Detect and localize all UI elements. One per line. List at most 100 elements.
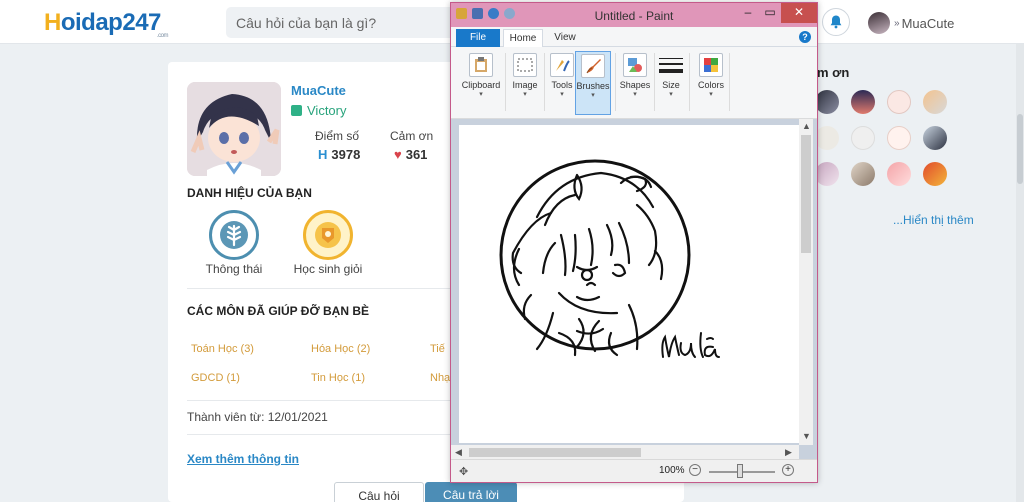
- size-group[interactable]: Size ▾: [655, 51, 687, 115]
- user-menu[interactable]: » MuaCute: [868, 12, 954, 34]
- medal-icon[interactable]: [303, 210, 353, 260]
- thanks-value: ♥ 361: [394, 147, 428, 162]
- clipboard-group[interactable]: Clipboard ▾: [459, 51, 503, 115]
- scroll-up-icon[interactable]: ▲: [802, 121, 811, 131]
- wheat-icon[interactable]: [209, 210, 259, 260]
- divider: [187, 400, 467, 401]
- select-icon: [513, 53, 537, 77]
- paint-window: Untitled - Paint – ▭ ✕ File Home View ? …: [450, 2, 818, 483]
- shapes-group[interactable]: Shapes ▾: [618, 51, 652, 115]
- shapes-icon: [623, 53, 647, 77]
- subject-link[interactable]: Tin Học (1): [311, 372, 365, 384]
- image-group[interactable]: Image ▾: [507, 51, 543, 115]
- thanks-panel-title: m ơn: [817, 65, 850, 80]
- score-label: Điểm số: [315, 129, 360, 143]
- profile-username[interactable]: MuaCute: [291, 83, 346, 98]
- paint-titlebar[interactable]: Untitled - Paint – ▭ ✕: [451, 3, 817, 27]
- member-since: Thành viên từ: 12/01/2021: [187, 410, 328, 424]
- group-label: Brushes: [576, 81, 610, 91]
- brushes-group[interactable]: Brushes ▾: [575, 51, 611, 115]
- divider: [187, 434, 467, 435]
- chevron-down-icon: »: [894, 17, 900, 29]
- score-value: H 3978: [318, 147, 361, 162]
- group-label: Image: [512, 80, 538, 90]
- canvas-area: ▲ ▼ ◀ ▶: [451, 119, 817, 459]
- answers-tab-button[interactable]: Câu trả lời: [425, 482, 517, 502]
- scrollbar-thumb[interactable]: [801, 135, 811, 253]
- subjects-heading: CÁC MÔN ĐÃ GIÚP ĐỠ BẠN BÈ: [187, 304, 370, 318]
- ribbon: Clipboard ▾ Image ▾ Tools ▾ Brushes ▾ Shapes…: [451, 47, 817, 119]
- h-logo-icon: H: [318, 147, 328, 162]
- scroll-down-icon[interactable]: ▼: [802, 431, 811, 441]
- zoom-in-button[interactable]: +: [782, 464, 794, 476]
- tab-file[interactable]: File: [456, 29, 500, 47]
- group-label: Tools: [551, 80, 573, 90]
- avatar[interactable]: [815, 126, 839, 150]
- colors-icon: [699, 53, 723, 77]
- subject-link[interactable]: GDCD (1): [191, 372, 240, 384]
- avatar[interactable]: [815, 90, 839, 114]
- ribbon-separator: [689, 53, 690, 111]
- status-bar: ✥ 100% − +: [451, 459, 817, 482]
- site-logo[interactable]: Hoidap247 .com: [44, 9, 169, 39]
- colors-group[interactable]: Colors ▾: [695, 51, 727, 115]
- avatar[interactable]: [851, 90, 875, 114]
- avatar[interactable]: [923, 90, 947, 114]
- group-label: Shapes: [619, 80, 651, 90]
- tab-view[interactable]: View: [547, 29, 583, 47]
- avatar[interactable]: [923, 162, 947, 186]
- heart-icon: ♥: [394, 147, 402, 162]
- scrollbar-thumb[interactable]: [469, 448, 641, 457]
- move-cursor-icon: ✥: [459, 466, 469, 478]
- search-input[interactable]: Câu hỏi của bạn là gì?: [226, 7, 456, 38]
- group-label: Size: [662, 80, 680, 90]
- avatar[interactable]: [923, 126, 947, 150]
- ribbon-tabs: File Home View ?: [451, 27, 817, 47]
- scrollbar-thumb[interactable]: [1017, 114, 1023, 184]
- avatar[interactable]: [887, 162, 911, 186]
- minimize-button[interactable]: –: [737, 3, 759, 23]
- tools-group[interactable]: Tools ▾: [546, 51, 578, 115]
- show-more-link[interactable]: ...Hiển thị thêm: [893, 213, 974, 227]
- divider: [187, 288, 467, 289]
- size-icon: [659, 53, 683, 77]
- rank-icon: [291, 105, 302, 116]
- close-button[interactable]: ✕: [781, 3, 817, 23]
- canvas-horizontal-scrollbar[interactable]: ◀ ▶: [451, 445, 799, 459]
- subject-link[interactable]: Hóa Học (2): [311, 343, 370, 355]
- tab-home[interactable]: Home: [503, 29, 543, 47]
- subject-link[interactable]: Toán Học (3): [191, 343, 254, 355]
- more-info-link[interactable]: Xem thêm thông tin: [187, 452, 299, 466]
- group-label: Colors: [697, 80, 724, 90]
- notification-bell-icon[interactable]: [822, 8, 850, 36]
- scroll-right-icon[interactable]: ▶: [785, 447, 792, 458]
- rank-badge: Victory: [291, 103, 347, 118]
- avatar[interactable]: [851, 162, 875, 186]
- ribbon-separator: [615, 53, 616, 111]
- subject-link[interactable]: Tiế: [430, 343, 445, 355]
- scroll-left-icon[interactable]: ◀: [455, 447, 462, 458]
- thanks-label: Cảm ơn: [390, 129, 434, 143]
- questions-tab-button[interactable]: Câu hỏi: [334, 482, 424, 502]
- ribbon-separator: [505, 53, 506, 111]
- rank-label: Victory: [307, 103, 347, 118]
- badge-label: Học sinh giỏi: [293, 262, 363, 276]
- help-icon[interactable]: ?: [799, 31, 811, 43]
- ribbon-separator: [544, 53, 545, 111]
- maximize-button[interactable]: ▭: [759, 3, 781, 23]
- canvas-vertical-scrollbar[interactable]: ▲ ▼: [799, 119, 813, 445]
- avatar[interactable]: [887, 126, 911, 150]
- avatar[interactable]: [887, 90, 911, 114]
- clipboard-icon: [469, 53, 493, 77]
- subject-link[interactable]: Nhạ: [430, 372, 450, 384]
- zoom-slider-knob[interactable]: [737, 464, 743, 478]
- ribbon-separator: [729, 53, 730, 111]
- zoom-out-button[interactable]: −: [689, 464, 701, 476]
- drawing-canvas[interactable]: [459, 125, 799, 443]
- tools-icon: [550, 53, 574, 77]
- avatar[interactable]: [815, 162, 839, 186]
- page-scrollbar[interactable]: [1016, 44, 1024, 502]
- avatar[interactable]: [851, 126, 875, 150]
- titles-heading: DANH HIỆU CỦA BẠN: [187, 186, 312, 200]
- zoom-level: 100%: [659, 465, 685, 476]
